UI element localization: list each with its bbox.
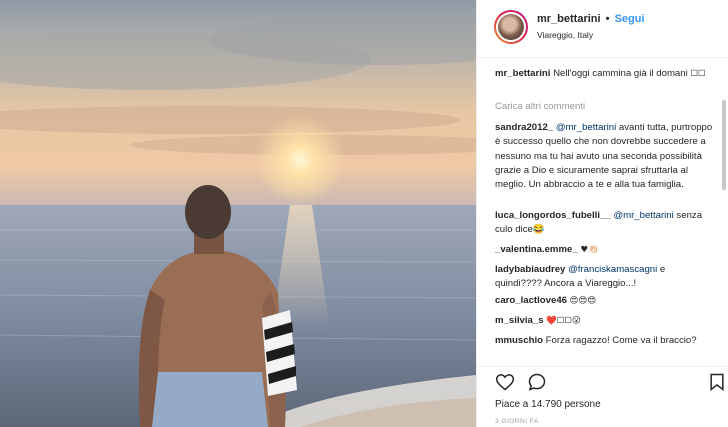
header-separator: • bbox=[605, 13, 610, 25]
comment-mention[interactable]: @mr_bettarini bbox=[613, 210, 673, 221]
header-username[interactable]: mr_bettarini bbox=[537, 13, 601, 25]
post-actions: Piace a 14.790 persone 3 GIORNI FA bbox=[477, 366, 728, 427]
post-photo[interactable] bbox=[0, 0, 476, 427]
comment-text: 😍😍😍 bbox=[569, 296, 597, 306]
caption-text: Nell'oggi cammina già il domani bbox=[553, 68, 688, 79]
location-link[interactable]: Viareggio, Italy bbox=[537, 30, 593, 40]
comment-text: ♥👏🏻 bbox=[580, 245, 599, 255]
heart-icon[interactable] bbox=[495, 372, 515, 392]
comment-username[interactable]: caro_lactlove46 bbox=[495, 295, 567, 306]
comment-username[interactable]: sandra2012_ bbox=[495, 122, 553, 133]
bookmark-icon[interactable] bbox=[707, 372, 727, 392]
comments-scrollbar[interactable] bbox=[722, 100, 726, 190]
comment-text: ❤️☐☐😮 bbox=[546, 316, 581, 326]
comment-username[interactable]: _valentina.emme_ bbox=[495, 244, 578, 255]
comment-username[interactable]: m_silvia_s bbox=[495, 315, 544, 326]
comment-username[interactable]: ladybabiaudrey bbox=[495, 264, 565, 275]
comment-username[interactable]: luca_longordos_fubelli__ bbox=[495, 210, 611, 221]
comment-item: caro_lactlove46 😍😍😍 bbox=[495, 294, 713, 308]
comments-list[interactable]: mr_bettarini Nell'oggi cammina già il do… bbox=[477, 58, 728, 366]
follow-button[interactable]: Segui bbox=[615, 13, 645, 25]
comment-item: _valentina.emme_ ♥👏🏻 bbox=[495, 243, 713, 257]
comment-item: mmuschio Forza ragazzo! Come va il bracc… bbox=[495, 334, 713, 348]
comment-item: luca_longordos_fubelli__ @mr_bettarini s… bbox=[495, 209, 713, 238]
sunset-beach-image bbox=[0, 0, 476, 427]
avatar[interactable] bbox=[494, 10, 528, 44]
caption: mr_bettarini Nell'oggi cammina già il do… bbox=[495, 67, 713, 81]
post-header: mr_bettarini • Segui Viareggio, Italy bbox=[477, 0, 728, 58]
comment-mention[interactable]: @franciskamascagni bbox=[568, 264, 657, 275]
likes-count[interactable]: Piace a 14.790 persone bbox=[495, 399, 601, 410]
post-timestamp: 3 GIORNI FA bbox=[495, 418, 539, 425]
comment-item: sandra2012_ @mr_bettarini avanti tutta, … bbox=[495, 121, 713, 192]
comment-mention[interactable]: @mr_bettarini bbox=[556, 122, 616, 133]
load-more-comments-link[interactable]: Carica altri commenti bbox=[495, 101, 585, 112]
caption-emoji: ☐☐ bbox=[690, 69, 706, 79]
comment-username[interactable]: mmuschio bbox=[495, 335, 543, 346]
comment-icon[interactable] bbox=[527, 372, 547, 392]
post-details-panel: mr_bettarini • Segui Viareggio, Italy mr… bbox=[476, 0, 728, 427]
comment-item: ladybabiaudrey @franciskamascagni e quin… bbox=[495, 263, 713, 292]
caption-username[interactable]: mr_bettarini bbox=[495, 68, 550, 79]
comment-item: m_silvia_s ❤️☐☐😮 bbox=[495, 314, 713, 328]
comment-text: Forza ragazzo! Come va il braccio? bbox=[545, 335, 697, 346]
